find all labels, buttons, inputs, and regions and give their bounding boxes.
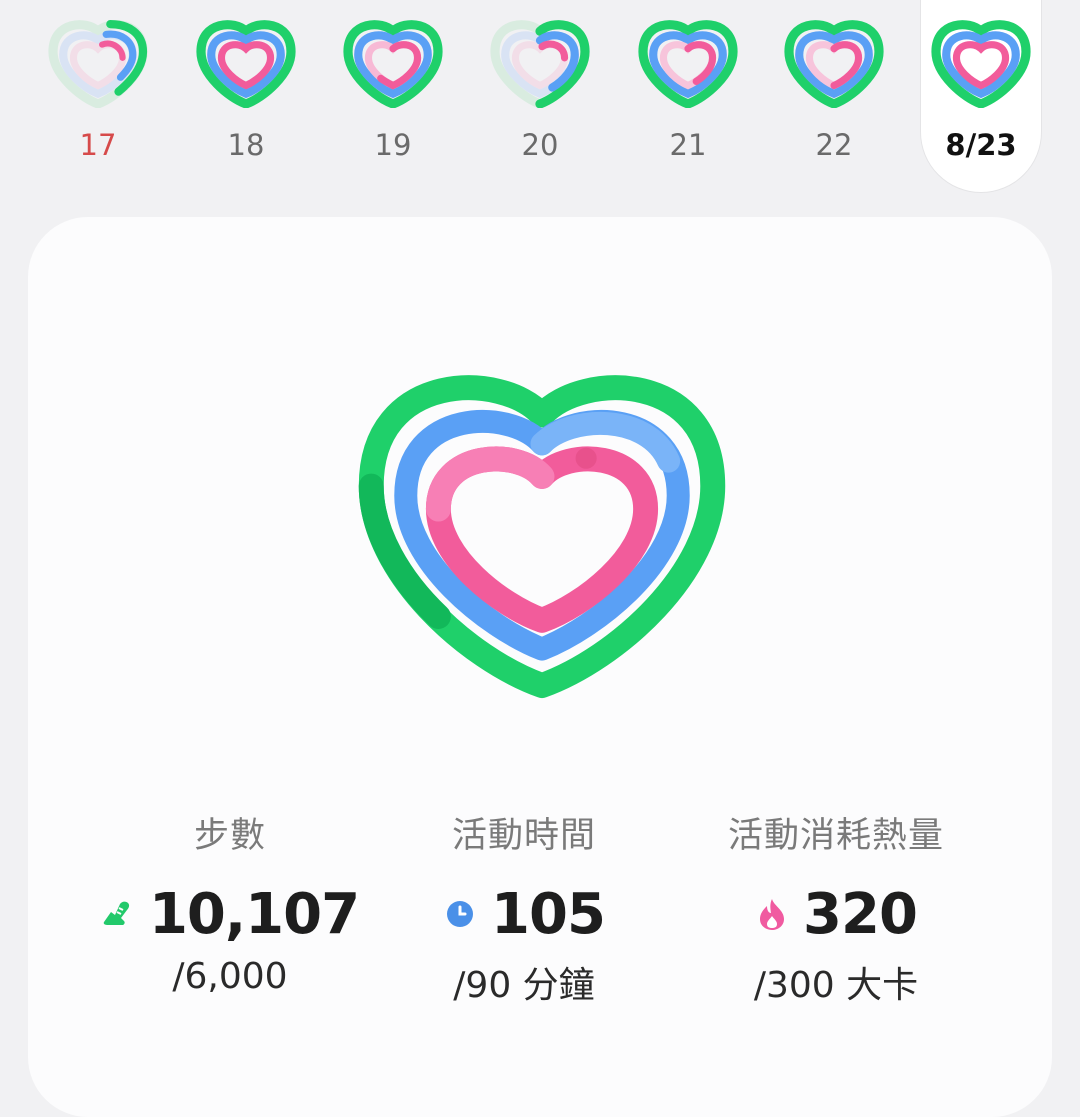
shoe-icon [101, 897, 135, 931]
steps-goal: /6,000 [172, 956, 288, 997]
day-today-selected[interactable]: 8/23 [921, 0, 1041, 192]
day-label: 8/23 [945, 128, 1017, 162]
activity-heart-icon [784, 20, 884, 108]
day-21[interactable]: 21 [628, 0, 748, 192]
activity-heart-icon [196, 20, 296, 108]
calories-value: 320 [803, 881, 918, 947]
steps-stat[interactable]: 步數 10,107 /6,000 [70, 807, 390, 997]
day-18[interactable]: 18 [186, 0, 306, 192]
activity-rings-heart-icon [358, 375, 726, 699]
day-22[interactable]: 22 [774, 0, 894, 192]
day-17[interactable]: 17 [38, 0, 158, 192]
calories-goal: /300 大卡 [753, 965, 919, 1006]
active-time-goal: /90 分鐘 [453, 965, 595, 1006]
stat-title: 活動時間 [451, 816, 596, 856]
activity-heart-progress-icon [99, 20, 148, 96]
day-label: 18 [227, 128, 265, 162]
active-time-value: 105 [491, 881, 606, 947]
day-label: 17 [79, 128, 117, 162]
activity-heart-icon [931, 20, 1031, 108]
calories-stat[interactable]: 活動消耗熱量 320 /300 大卡 [676, 807, 996, 1008]
stat-title: 活動消耗熱量 [727, 816, 944, 856]
activity-summary-card: 步數 10,107 /6,000 活動時間 105 /90 分鐘 活動消耗熱量 … [28, 217, 1052, 1117]
day-20[interactable]: 20 [480, 0, 600, 192]
activity-heart-progress-icon [535, 20, 590, 108]
day-label: 22 [815, 128, 853, 162]
steps-value: 10,107 [148, 881, 360, 947]
date-strip: 17 18 19 20 21 22 8/23 [0, 0, 1080, 200]
day-label: 21 [669, 128, 707, 162]
flame-icon [755, 897, 789, 931]
day-label: 20 [521, 128, 559, 162]
active-time-stat[interactable]: 活動時間 105 /90 分鐘 [364, 807, 684, 1008]
activity-heart-icon [638, 20, 738, 108]
day-label: 19 [374, 128, 412, 162]
clock-icon [443, 897, 477, 931]
day-19[interactable]: 19 [333, 0, 453, 192]
activity-heart-icon [343, 20, 443, 108]
stat-title: 步數 [193, 816, 266, 856]
